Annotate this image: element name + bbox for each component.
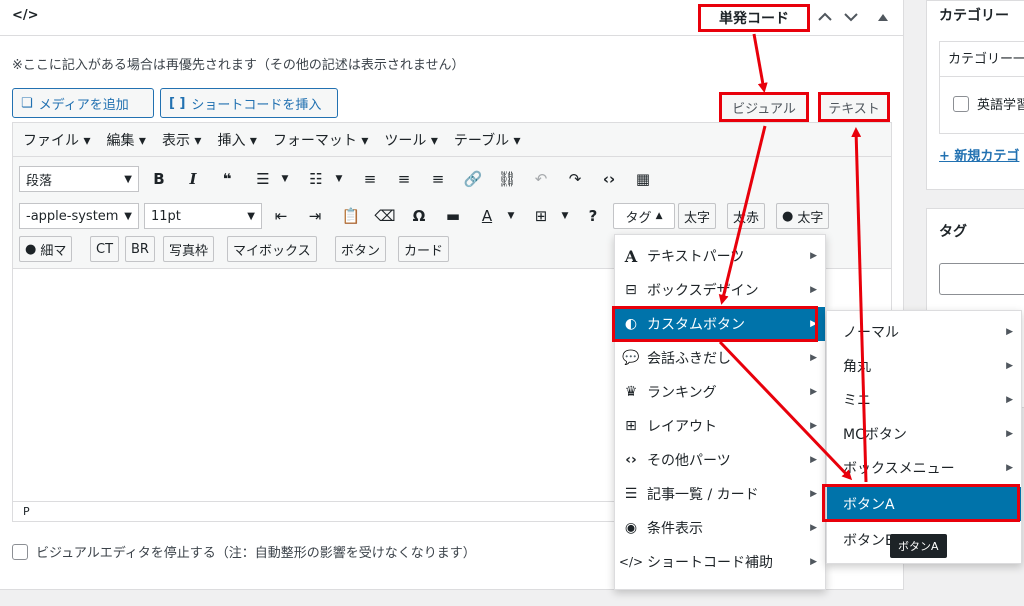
arrow-button-a-to-text (851, 127, 868, 483)
arrow-title-to-visual (752, 33, 768, 93)
arrow-visual-to-custom-button (718, 125, 767, 305)
annotation-arrows (718, 33, 868, 483)
arrow-custom-button-to-button-a (718, 340, 853, 481)
